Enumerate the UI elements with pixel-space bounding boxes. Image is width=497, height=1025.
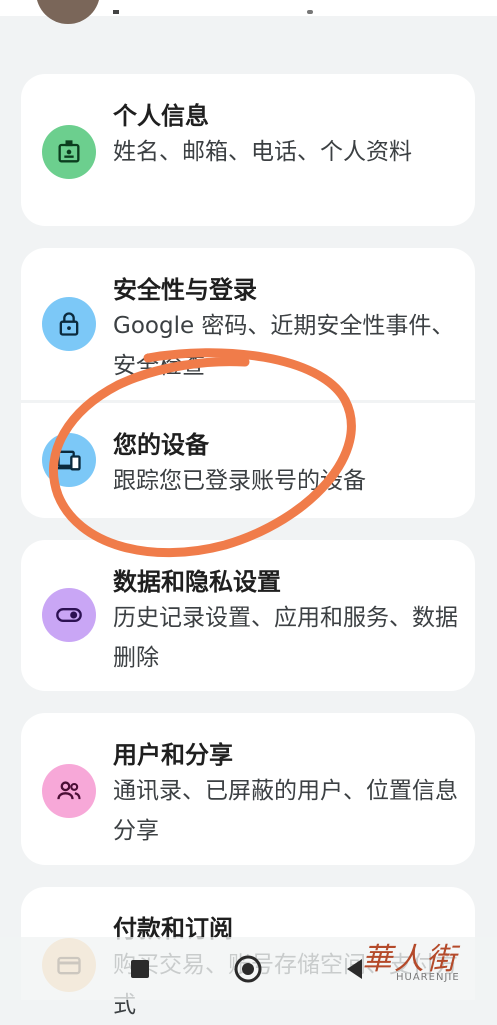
devices-card[interactable]: 您的设备 跟踪您已登录账号的设备 <box>21 403 475 518</box>
avatar[interactable] <box>36 0 100 24</box>
lock-icon <box>42 297 96 351</box>
header-text-fragment <box>307 10 313 14</box>
id-badge-icon <box>42 125 96 179</box>
section-desc: 历史记录设置、应用和服务、数据删除 <box>113 605 458 671</box>
data-privacy-card[interactable]: 数据和隐私设置 历史记录设置、应用和服务、数据删除 <box>21 540 475 691</box>
section-title: 安全性与登录 <box>113 276 257 304</box>
people-sharing-card[interactable]: 用户和分享 通讯录、已屏蔽的用户、位置信息分享 <box>21 713 475 865</box>
section-desc: 跟踪您已登录账号的设备 <box>113 468 366 494</box>
section-desc: 通讯录、已屏蔽的用户、位置信息分享 <box>113 778 458 844</box>
square-icon <box>131 960 149 978</box>
personal-info-card[interactable]: 个人信息 姓名、邮箱、电话、个人资料 <box>21 74 475 226</box>
security-card[interactable]: 安全性与登录 Google 密码、近期安全性事件、安全检查 <box>21 248 475 400</box>
section-title: 数据和隐私设置 <box>113 568 281 596</box>
home-circle-icon <box>234 955 262 983</box>
people-icon <box>42 764 96 818</box>
section-title: 个人信息 <box>113 102 209 130</box>
section-desc: Google 密码、近期安全性事件、安全检查 <box>113 313 455 379</box>
home-button[interactable] <box>232 953 264 985</box>
watermark-subtext: HUARENJIE <box>396 972 460 983</box>
devices-icon <box>42 433 96 487</box>
section-title: 您的设备 <box>113 431 209 459</box>
section-title: 用户和分享 <box>113 741 233 769</box>
header-text-fragment <box>113 10 119 14</box>
watermark-logo: 華人街 HUARENJIE <box>356 930 488 992</box>
recents-button[interactable] <box>128 957 152 981</box>
section-desc: 姓名、邮箱、电话、个人资料 <box>113 139 412 165</box>
toggle-icon <box>42 588 96 642</box>
